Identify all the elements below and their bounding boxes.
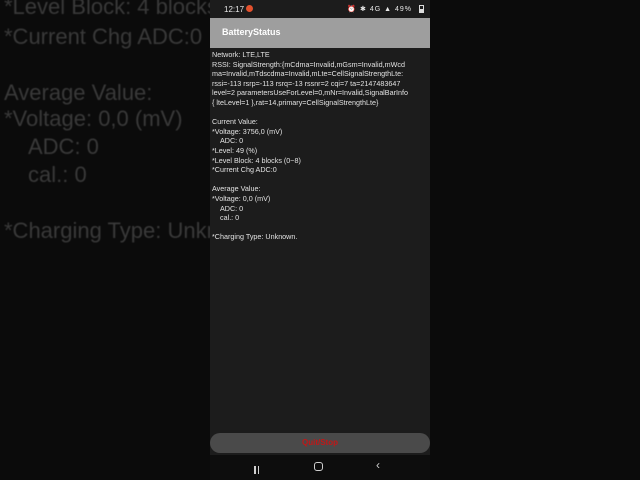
notification-icon — [246, 5, 253, 12]
app-bar: BatteryStatus — [210, 18, 430, 48]
average-value-heading: Average Value: — [212, 184, 261, 194]
average-cal: cal.: 0 — [220, 213, 240, 223]
app-title: BatteryStatus — [222, 27, 281, 37]
current-level-block: *Level Block: 4 blocks (0~8) — [212, 155, 301, 165]
rssi-line: ma=Invalid,mTdscdma=Invalid,mLte=CellSig… — [212, 69, 404, 79]
status-time: 12:17 — [224, 5, 245, 14]
navigation-bar: ‹ — [210, 455, 430, 480]
phone-screen: 12:17 ⏰ ✱ 4G ▲ 49% BatteryStatus Network… — [210, 0, 430, 480]
charging-type: *Charging Type: Unknown. — [212, 232, 298, 242]
average-adc: ADC: 0 — [220, 203, 244, 213]
quit-stop-button[interactable]: Quit/Stop — [210, 433, 430, 453]
bg-line: cal.: 0 — [28, 162, 87, 187]
status-icons: ⏰ ✱ 4G ▲ 49% — [347, 5, 412, 13]
rssi-line: { lteLevel=1 },rat=14,primary=CellSignal… — [212, 97, 379, 107]
current-level: *Level: 49 (%) — [212, 145, 258, 155]
status-bar: 12:17 ⏰ ✱ 4G ▲ 49% — [210, 0, 430, 18]
network-line: Network: LTE,LTE — [212, 50, 270, 59]
bg-line: ADC: 0 — [28, 134, 99, 159]
battery-percent: 49% — [394, 6, 412, 13]
bg-line: *Current Chg ADC:0 — [4, 24, 203, 49]
battery-icon — [419, 5, 424, 13]
back-icon[interactable]: ‹ — [376, 459, 380, 471]
bg-line: Average Value: — [4, 80, 153, 105]
bg-line: *Level Block: 4 blocks — [4, 0, 218, 19]
current-value-heading: Current Value: — [212, 117, 258, 127]
rssi-line: rssi=-113 rsrp=-113 rsrq=-13 rssnr=2 cqi… — [212, 78, 401, 88]
current-voltage: *Voltage: 3756,0 (mV) — [212, 126, 283, 136]
current-adc: ADC: 0 — [220, 136, 244, 146]
home-icon[interactable] — [314, 462, 323, 471]
rssi-line: level=2 parametersUseForLevel=0,mNr=Inva… — [212, 88, 408, 98]
status-icon-set: ⏰ ✱ 4G ▲ — [347, 6, 393, 13]
average-voltage: *Voltage: 0,0 (mV) — [212, 193, 271, 203]
rssi-line: RSSI: SignalStrength:{mCdma=Invalid,mGsm… — [212, 59, 405, 69]
bg-line: *Voltage: 0,0 (mV) — [4, 106, 183, 131]
current-chg-adc: *Current Chg ADC:0 — [212, 165, 277, 175]
recents-icon[interactable] — [254, 461, 264, 474]
battery-info-content: Network: LTE,LTE RSSI: SignalStrength:{m… — [212, 50, 430, 242]
